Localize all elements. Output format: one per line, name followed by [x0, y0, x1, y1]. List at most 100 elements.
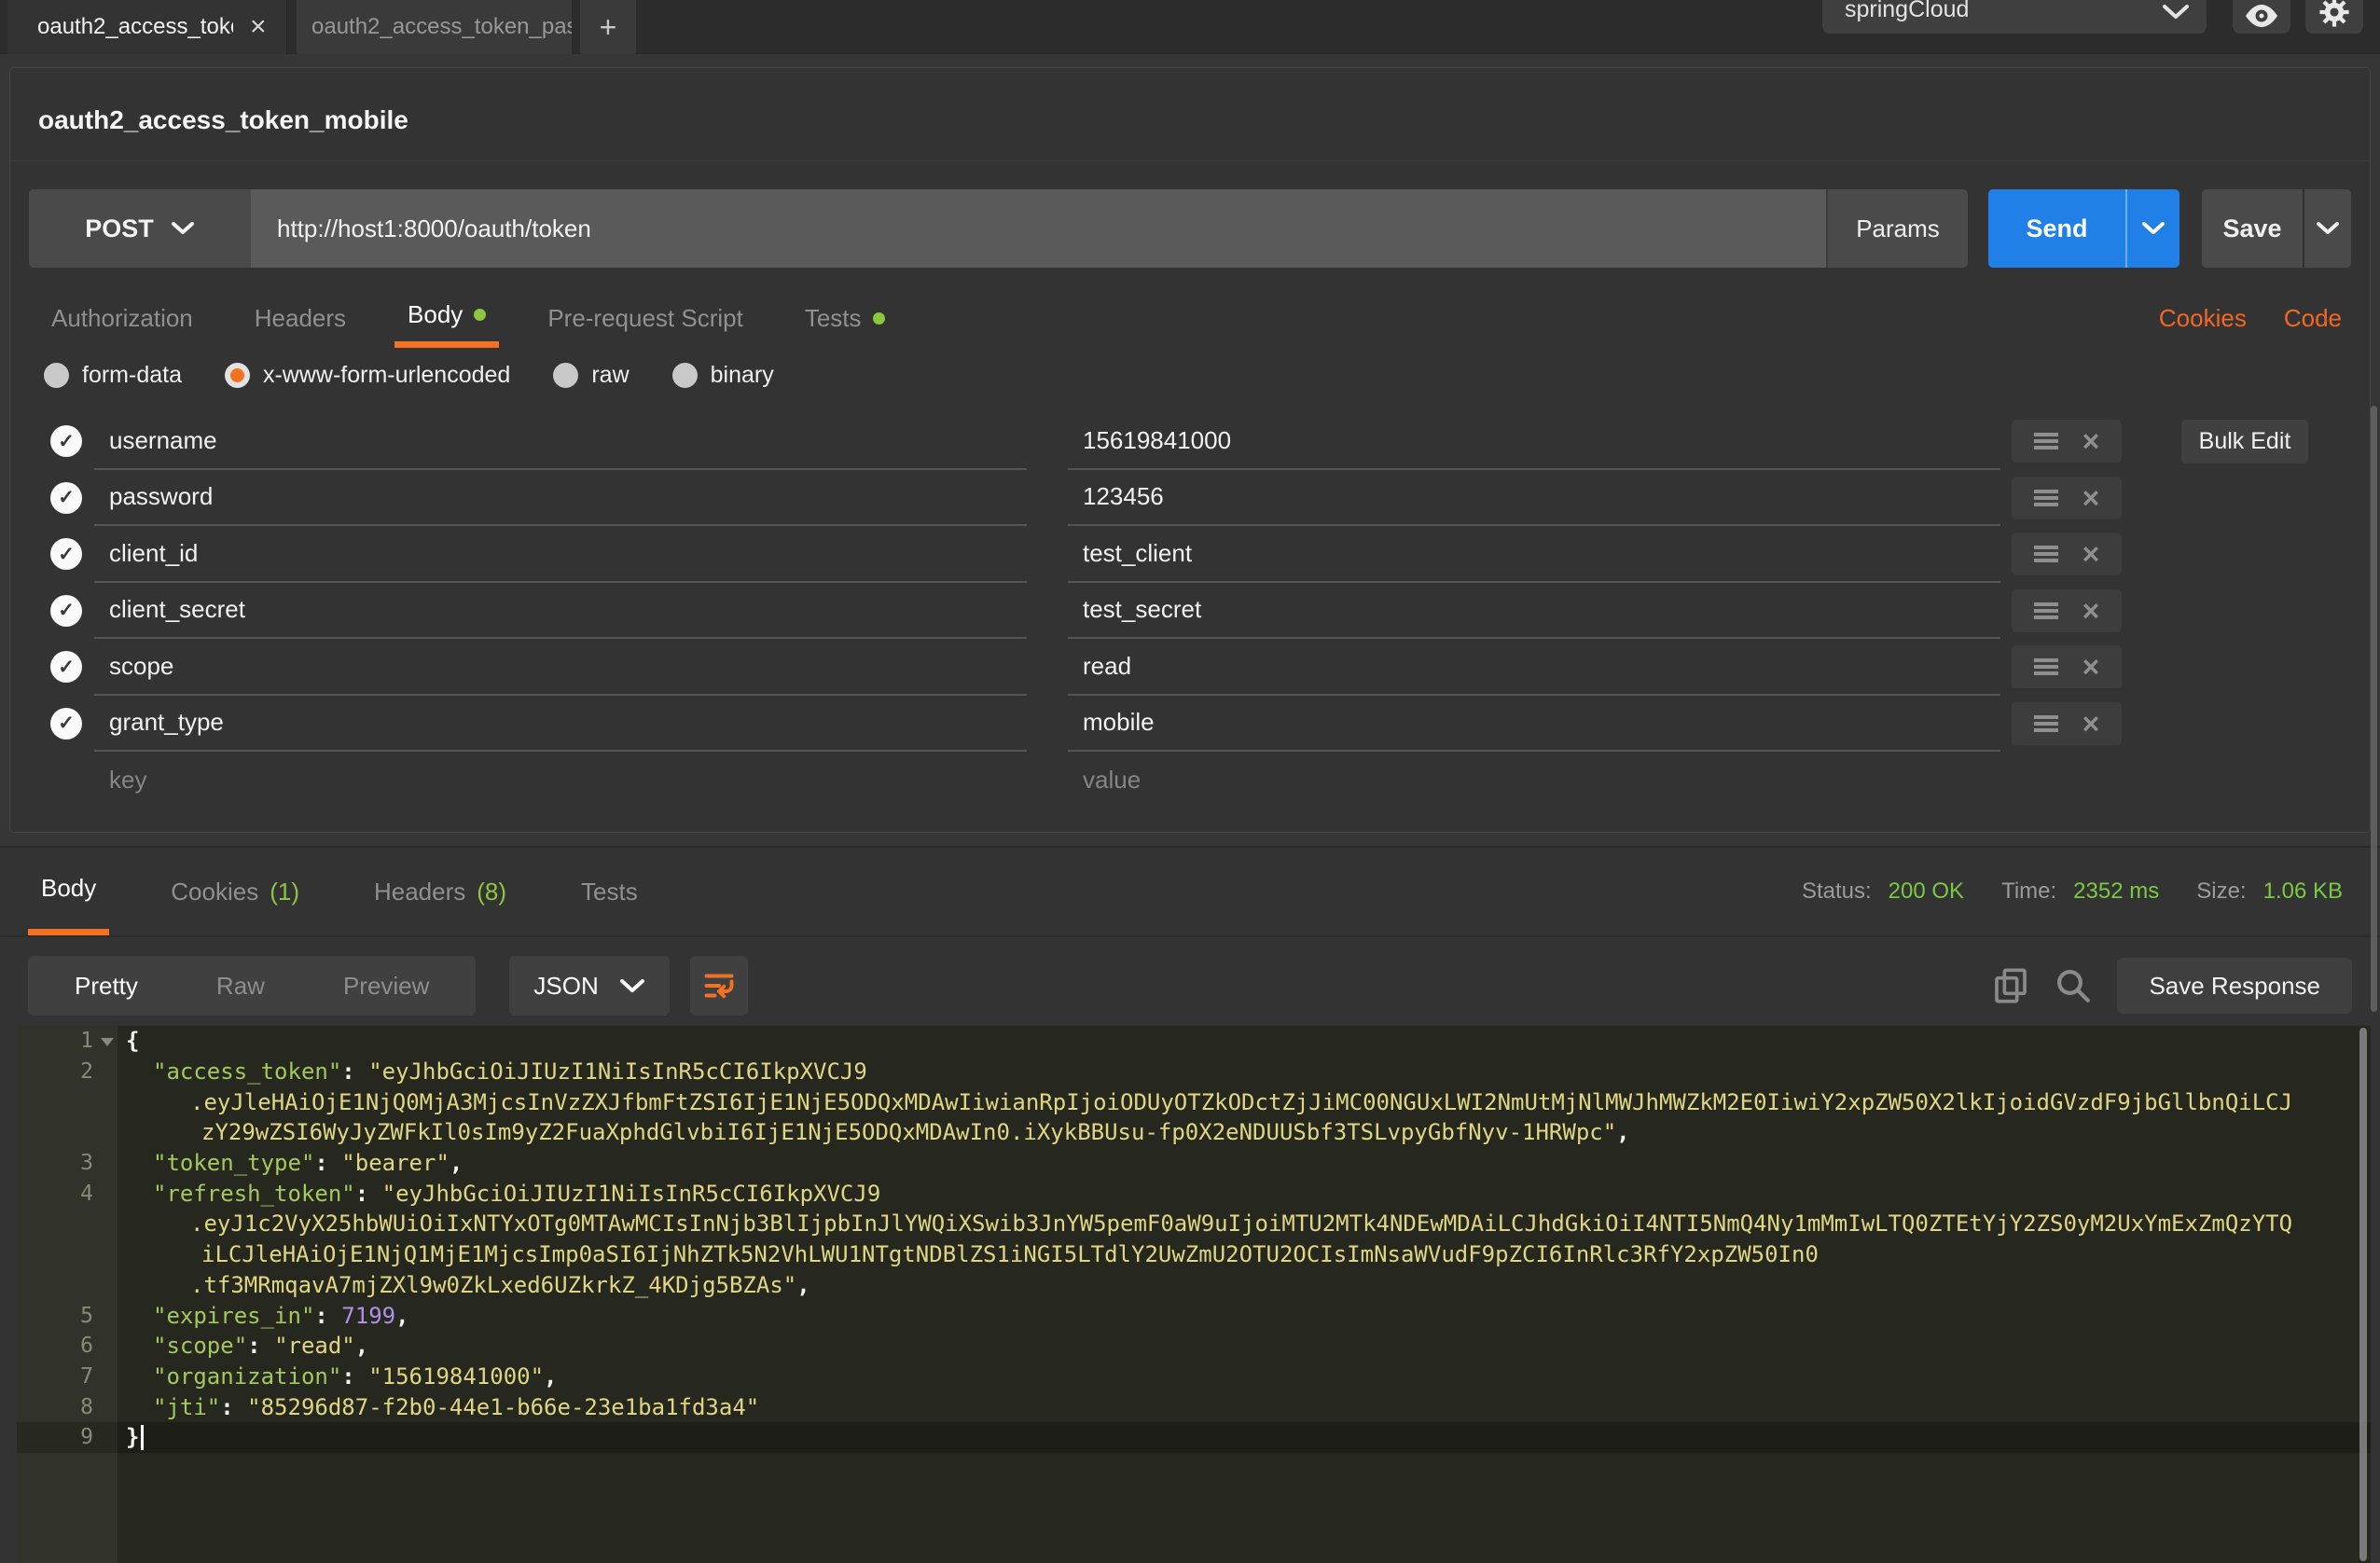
mode-raw[interactable]: raw	[553, 362, 629, 389]
tab-body[interactable]: Body	[394, 288, 499, 348]
code-token: iLCJleHAiOjE1NjQ1MjE1MjcsImp0aSI6IjNhZTk…	[201, 1241, 1819, 1267]
cookies-link[interactable]: Cookies	[2159, 304, 2247, 333]
tab-label: Tests	[805, 304, 862, 333]
checkbox-checked-icon[interactable]: ✓	[50, 482, 82, 514]
param-value-input[interactable]: test_secret	[1068, 583, 2000, 640]
tab-authorization[interactable]: Authorization	[38, 288, 206, 348]
drag-handle-icon[interactable]	[2034, 490, 2058, 506]
line-gutter: 3	[17, 1148, 118, 1179]
save-response-button[interactable]: Save Response	[2117, 958, 2352, 1014]
save-options-button[interactable]	[2303, 189, 2351, 268]
response-body-editor[interactable]: 1{2"access_token": "eyJhbGciOiJIUzI1NiIs…	[17, 1026, 2371, 1563]
response-view-group: Pretty Raw Preview	[28, 956, 476, 1016]
environment-selector[interactable]: springCloud	[1822, 0, 2207, 34]
environment-preview-button[interactable]	[2233, 0, 2290, 34]
param-value-input[interactable]: 123456	[1068, 470, 2000, 527]
param-key-input[interactable]: client_id	[94, 526, 1027, 583]
radio-icon[interactable]	[44, 363, 69, 388]
mode-x-www-form-urlencoded[interactable]: x-www-form-urlencoded	[225, 362, 510, 389]
response-panel: Body Cookies(1) Headers(8) Tests Status:…	[0, 846, 2380, 1563]
tab-label: Headers	[255, 304, 346, 333]
response-tab-cookies[interactable]: Cookies (1)	[158, 848, 312, 935]
close-tab-icon[interactable]: ×	[250, 13, 267, 41]
remove-param-icon[interactable]: ×	[2082, 483, 2100, 513]
view-raw[interactable]: Raw	[177, 972, 304, 1001]
editor-scrollbar[interactable]	[2359, 1028, 2367, 1561]
checkbox-checked-icon[interactable]: ✓	[50, 425, 82, 457]
params-button[interactable]: Params	[1826, 189, 1968, 268]
save-button[interactable]: Save	[2202, 189, 2351, 268]
text-cursor	[141, 1425, 144, 1450]
code-line: 4"refresh_token": "eyJhbGciOiJIUzI1NiIsI…	[17, 1178, 2371, 1209]
request-tab-bar: oauth2_access_token_ × oauth2_access_tok…	[0, 0, 2380, 54]
param-value-input[interactable]: mobile	[1068, 696, 2000, 753]
url-input[interactable]: http://host1:8000/oauth/token	[251, 189, 1826, 268]
view-pretty[interactable]: Pretty	[35, 972, 177, 1001]
remove-param-icon[interactable]: ×	[2082, 709, 2100, 739]
fold-caret-icon[interactable]	[101, 1038, 114, 1046]
drag-handle-icon[interactable]	[2034, 546, 2058, 562]
checkbox-checked-icon[interactable]: ✓	[50, 595, 82, 627]
param-row-controls: ×	[2012, 533, 2122, 575]
tab-label: Cookies	[171, 878, 258, 906]
view-preview[interactable]: Preview	[304, 972, 468, 1001]
param-key-input[interactable]: scope	[94, 639, 1027, 696]
tab-pre-request-script[interactable]: Pre-request Script	[534, 288, 756, 348]
param-value-input[interactable]: test_client	[1068, 526, 2000, 583]
param-value-input[interactable]: read	[1068, 639, 2000, 696]
code-line-text: .eyJleHAiOjE1NjQ0MjA3MjcsInVzZXJfbmFtZSI…	[118, 1086, 2371, 1117]
search-icon[interactable]	[2054, 966, 2093, 1005]
cookies-count: (1)	[270, 878, 299, 906]
code-link[interactable]: Code	[2284, 304, 2342, 333]
checkbox-checked-icon[interactable]: ✓	[50, 708, 82, 740]
param-key-input[interactable]: password	[94, 470, 1027, 527]
code-token: ,	[1616, 1119, 1629, 1145]
send-options-button[interactable]	[2125, 189, 2179, 268]
wrap-text-button[interactable]	[690, 956, 748, 1016]
remove-param-icon[interactable]: ×	[2082, 539, 2100, 569]
mode-binary[interactable]: binary	[672, 362, 774, 389]
remove-param-icon[interactable]: ×	[2082, 652, 2100, 682]
code-line-text	[118, 1453, 2371, 1563]
copy-icon[interactable]	[1992, 965, 2029, 1006]
tab-headers[interactable]: Headers	[242, 288, 359, 348]
headers-count: (8)	[477, 878, 506, 906]
code-line-text: zY29wZSI6WyJyZWFkIl0sIm9yZ2FuaXphdGlvbiI…	[118, 1117, 2371, 1148]
param-key-input[interactable]: username	[94, 413, 1027, 470]
response-tab-headers[interactable]: Headers(8)	[361, 848, 519, 935]
param-key-input[interactable]: key	[94, 752, 1027, 809]
tab-oauth2-access-token-password[interactable]: oauth2_access_token_passw	[297, 0, 573, 54]
radio-icon[interactable]	[672, 363, 698, 388]
bulk-edit-button[interactable]: Bulk Edit	[2181, 420, 2308, 463]
code-token: {	[126, 1028, 139, 1054]
response-format-selector[interactable]: JSON	[509, 956, 669, 1016]
mode-form-data[interactable]: form-data	[44, 362, 182, 389]
chevron-down-icon	[619, 978, 645, 994]
method-selector[interactable]: POST	[29, 189, 251, 268]
remove-param-icon[interactable]: ×	[2082, 596, 2100, 626]
radio-selected-icon[interactable]	[225, 363, 250, 388]
tab-tests[interactable]: Tests	[792, 288, 898, 348]
send-button[interactable]: Send	[1988, 189, 2179, 268]
settings-button[interactable]	[2305, 0, 2363, 34]
radio-icon[interactable]	[553, 363, 578, 388]
code-line-text: "access_token": "eyJhbGciOiJIUzI1NiIsInR…	[118, 1057, 2371, 1087]
param-value-input[interactable]: value	[1068, 752, 2000, 809]
page-scrollbar[interactable]	[2371, 406, 2377, 1012]
response-tab-tests[interactable]: Tests	[568, 848, 651, 935]
tab-oauth2-access-token[interactable]: oauth2_access_token_ ×	[7, 0, 287, 54]
code-token: "access_token"	[153, 1058, 341, 1085]
drag-handle-icon[interactable]	[2034, 658, 2058, 675]
code-token: "jti"	[153, 1394, 220, 1420]
checkbox-checked-icon[interactable]: ✓	[50, 651, 82, 683]
param-value-input[interactable]: 15619841000	[1068, 413, 2000, 470]
drag-handle-icon[interactable]	[2034, 602, 2058, 619]
drag-handle-icon[interactable]	[2034, 433, 2058, 450]
remove-param-icon[interactable]: ×	[2082, 426, 2100, 456]
response-tab-body[interactable]: Body	[28, 848, 109, 935]
drag-handle-icon[interactable]	[2034, 715, 2058, 732]
checkbox-checked-icon[interactable]: ✓	[50, 538, 82, 570]
param-key-input[interactable]: grant_type	[94, 696, 1027, 753]
param-key-input[interactable]: client_secret	[94, 583, 1027, 640]
new-tab-button[interactable]: +	[580, 0, 636, 54]
